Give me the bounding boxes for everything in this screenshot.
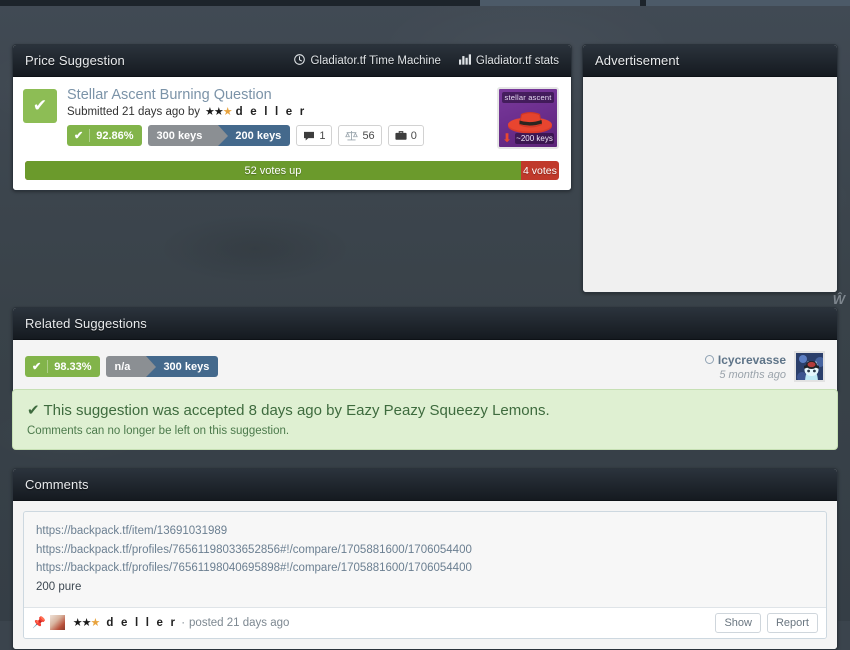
time-machine-label: Gladiator.tf Time Machine [310,54,441,67]
item-killstreak-label: stellar ascent [502,92,554,103]
comment-bubble-icon [303,131,315,141]
gladiator-stats-label: Gladiator.tf stats [475,54,559,67]
comment-text: https://backpack.tf/item/13691031989 htt… [24,512,826,607]
comment-author-stars: ★★★ [72,617,101,629]
header-links: Gladiator.tf Time Machine Gladiator.tf s… [294,53,559,68]
pin-icon[interactable]: 📌 [32,616,46,629]
check-icon: ✔ [27,402,40,419]
related-user-link[interactable]: Icycrevasse [704,352,786,367]
avatar[interactable] [794,351,825,382]
briefcase-icon [395,130,407,141]
comment-link-3[interactable]: https://backpack.tf/profiles/76561198040… [36,559,814,578]
suggestion-details: Stellar Ascent Burning Question Submitte… [67,87,487,151]
avatar-image [796,353,823,380]
price-change-badge: 300 keys 200 keys [147,125,291,146]
advertisement-body[interactable] [583,77,837,292]
comment-actions: Show Report [715,612,818,633]
related-suggestions-title: Related Suggestions [25,316,147,331]
comment-avatar[interactable] [49,615,65,630]
advertisement-panel: Advertisement [582,44,838,293]
check-icon: ✔ [32,361,42,373]
time-machine-link[interactable]: Gladiator.tf Time Machine [294,53,441,68]
comment-plain-line: 200 pure [36,580,82,593]
panel-title: Price Suggestion [25,53,125,68]
site-watermark: Ŵ [832,292,845,307]
related-approval-value: 98.33% [54,360,92,373]
report-button[interactable]: Report [766,612,818,633]
related-approval-badge: ✔ 98.33% [25,356,100,377]
comment-footer: 📌 ★★★ d e l l e r · posted 21 days ago S… [24,606,826,638]
suggestion-badges: ✔ 92.86% 300 keys 200 keys 1 56 0 [67,125,487,146]
backpacks-count-button[interactable]: 0 [387,125,424,146]
item-image[interactable]: stellar ascent ⬇ ~200 keys [497,87,559,149]
comment-posted-time: posted 21 days ago [189,616,290,629]
related-badges: ✔ 98.33% n/a 300 keys [25,356,219,377]
clock-icon [294,53,306,68]
related-user-block: Icycrevasse 5 months ago [704,351,825,382]
vote-bar-wrap: 52 votes up 4 votes [13,161,571,190]
price-suggestion-header: Price Suggestion Gladiator.tf Time Machi… [13,45,571,77]
item-name-link[interactable]: Stellar Ascent Burning Question [67,87,487,103]
advertisement-header: Advertisement [583,45,837,77]
top-navbar-strip [0,0,850,6]
show-button[interactable]: Show [715,612,761,633]
comments-header: Comments [13,469,837,501]
related-suggestion-row[interactable]: ✔ 98.33% n/a 300 keys Icycrevasse 5 mont… [13,340,837,393]
votes-count-button[interactable]: 56 [338,125,382,146]
advertisement-title: Advertisement [595,53,680,68]
author-rank-stars: ★★★ [204,106,233,118]
suggestion-body: ✔ Stellar Ascent Burning Question Submit… [13,77,571,161]
votes-down-segment[interactable]: 4 votes [521,165,559,177]
related-timestamp: 5 months ago [719,368,786,381]
vote-bar[interactable]: 52 votes up 4 votes [25,161,559,180]
submitted-line: Submitted 21 days ago by ★★★ d e l l e r [67,105,487,119]
offline-status-icon [704,355,714,364]
backpacks-count-value: 0 [410,129,417,142]
price-down-arrow-icon: ⬇ [502,131,513,145]
related-price-change-badge: n/a 300 keys [105,356,219,377]
accepted-message-line: ✔ This suggestion was accepted 8 days ag… [27,401,823,419]
accepted-notice: ✔ This suggestion was accepted 8 days ag… [12,389,838,450]
comment-separator: · [181,616,186,629]
old-price-value: 300 keys [147,125,229,146]
price-suggestion-panel: Price Suggestion Gladiator.tf Time Machi… [12,44,572,191]
accepted-check-icon: ✔ [23,89,57,123]
new-price-value: 200 keys [218,125,291,146]
bar-chart-icon [458,53,471,68]
related-user-name: Icycrevasse [717,352,786,367]
comment-link-1[interactable]: https://backpack.tf/item/13691031989 [36,522,814,541]
gladiator-stats-link[interactable]: Gladiator.tf stats [458,53,559,68]
votes-up-segment[interactable]: 52 votes up [25,161,521,180]
submitted-text: Submitted 21 days ago by [67,105,200,118]
scales-icon [345,130,359,141]
author-name-link[interactable]: d e l l e r [236,106,307,118]
comment-item: https://backpack.tf/item/13691031989 htt… [23,511,827,639]
related-user-text: Icycrevasse 5 months ago [704,352,786,381]
comments-count-button[interactable]: 1 [296,125,333,146]
votes-count-value: 56 [362,129,375,142]
related-new-price: 300 keys [146,356,219,377]
accepted-message: This suggestion was accepted 8 days ago … [43,402,550,419]
check-icon: ✔ [74,130,84,142]
related-old-price: n/a [105,356,157,377]
approval-percent-value: 92.86% [96,129,134,142]
comments-title: Comments [25,477,89,492]
comment-author-block: 📌 ★★★ d e l l e r · posted 21 days ago [32,615,289,630]
comments-count-value: 1 [319,129,326,142]
top-row: Price Suggestion Gladiator.tf Time Machi… [12,44,838,293]
item-price-label: ~200 keys [515,133,554,144]
related-suggestions-panel: Related Suggestions ✔ 98.33% n/a 300 key… [12,307,838,394]
comments-body: https://backpack.tf/item/13691031989 htt… [13,501,837,649]
approval-percent-badge: ✔ 92.86% [67,125,142,146]
accepted-submessage: Comments can no longer be left on this s… [27,425,290,437]
related-suggestions-header: Related Suggestions [13,308,837,340]
comment-link-2[interactable]: https://backpack.tf/profiles/76561198033… [36,541,814,560]
burning-question-hat-icon [508,112,552,134]
comments-panel: Comments https://backpack.tf/item/136910… [12,468,838,650]
comment-author-link[interactable]: d e l l e r [106,617,177,629]
